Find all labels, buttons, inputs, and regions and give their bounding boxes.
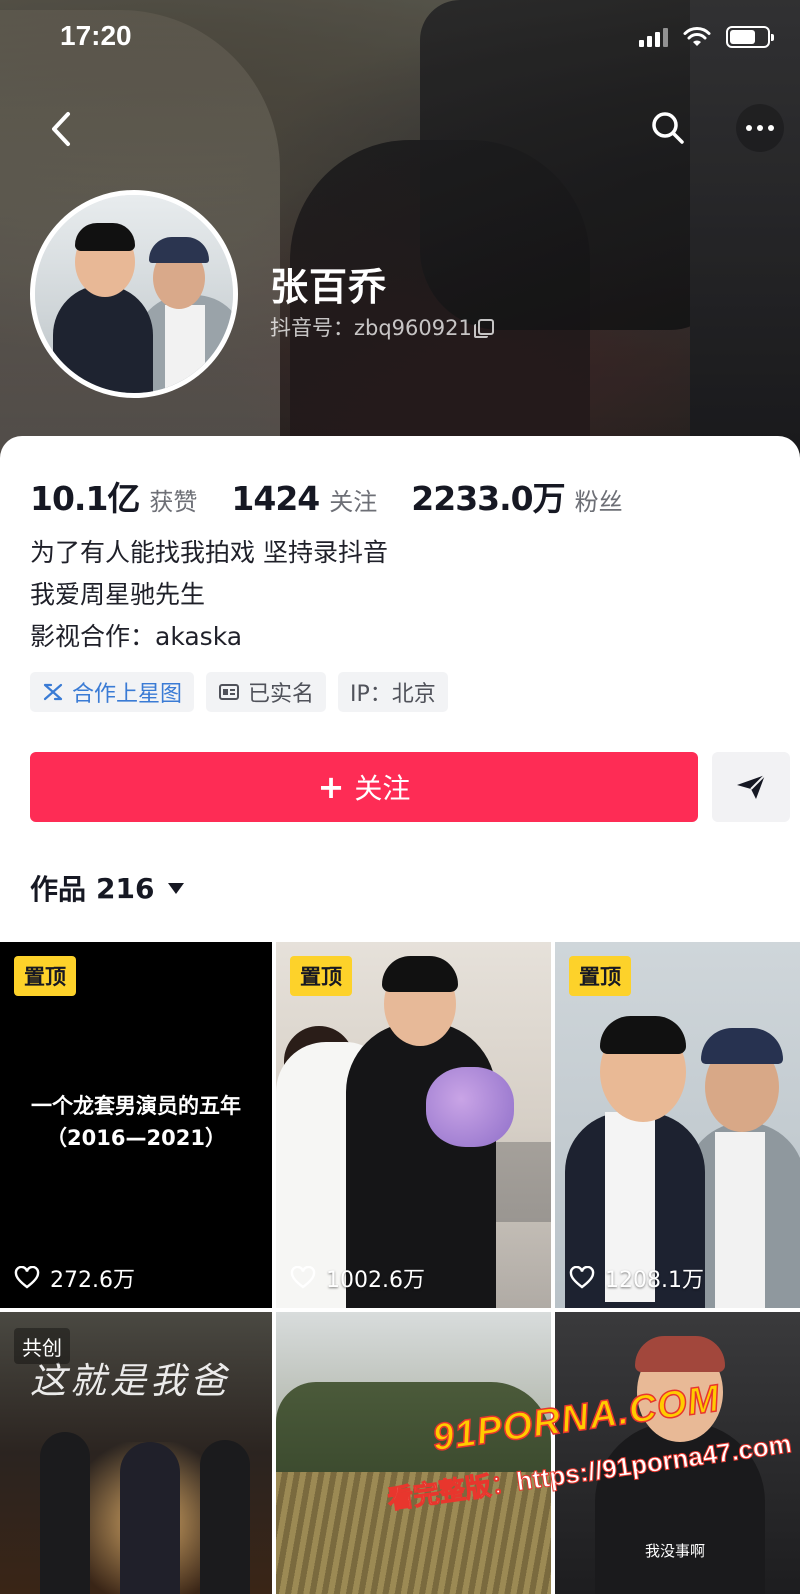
more-dot-icon	[746, 125, 752, 131]
caret-down-icon	[168, 882, 185, 894]
likes-count: 272.6万	[50, 1268, 135, 1293]
id-card-icon	[219, 684, 240, 700]
douyin-id[interactable]: 抖音号：zbq960921	[270, 312, 494, 342]
video-thumbnail[interactable]: 置顶 一个龙套男演员的五年 （2016—2021） 272.6万	[0, 942, 272, 1308]
stat-likes[interactable]: 10.1亿 获赞	[30, 472, 197, 520]
stat-following[interactable]: 1424 关注	[231, 479, 377, 518]
profile-name: 张百乔	[270, 265, 388, 309]
video-cover-text: 一个龙套男演员的五年 （2016—2021）	[0, 1090, 272, 1154]
avatar[interactable]	[30, 190, 238, 398]
wifi-icon	[683, 27, 711, 46]
profile-bio: 为了有人能找我拍戏 坚持录抖音 我爱周星驰先生 影视合作：akaska	[30, 532, 388, 658]
bio-line: 影视合作：akaska	[30, 622, 243, 651]
heart-icon	[290, 1266, 316, 1289]
profile-info-card: 10.1亿 获赞 1424 关注 2233.0万 粉丝 为了有人能找我拍戏 坚持…	[0, 436, 800, 942]
cover-text-line: 一个龙套男演员的五年	[31, 1094, 241, 1118]
stat-followers[interactable]: 2233.0万 粉丝	[411, 472, 622, 520]
cover-text-line: （2016—2021）	[46, 1126, 226, 1150]
status-bar: 17:20	[0, 0, 800, 80]
follow-button[interactable]: + 关注	[30, 752, 698, 822]
tag-label: IP：北京	[350, 682, 436, 707]
co-create-badge: 共创	[14, 1328, 70, 1364]
stat-value: 2233.0万	[411, 479, 565, 518]
stat-value: 10.1亿	[30, 479, 140, 518]
send-arrow-icon	[737, 774, 766, 799]
more-dot-icon	[757, 125, 763, 131]
heart-icon	[14, 1266, 40, 1289]
tag-label: 已实名	[248, 682, 315, 707]
star-map-icon	[43, 683, 63, 701]
tag-ip-location: IP：北京	[338, 672, 448, 712]
stat-label: 获赞	[149, 488, 198, 516]
tag-verified[interactable]: 已实名	[206, 672, 327, 712]
pinned-badge: 置顶	[14, 956, 76, 996]
stat-label: 粉丝	[574, 488, 623, 516]
video-thumbnail[interactable]: 置顶 1002.6万	[276, 942, 551, 1308]
likes-count: 1208.1万	[605, 1268, 704, 1293]
cellular-signal-icon	[639, 27, 668, 47]
works-label: 作品	[30, 873, 87, 906]
share-button[interactable]	[712, 752, 790, 822]
video-likes: 272.6万	[14, 1262, 135, 1294]
video-caption: 我没事啊	[645, 1542, 706, 1560]
video-thumbnail[interactable]: 这就是我爸 共创	[0, 1312, 272, 1594]
bio-line: 为了有人能找我拍戏 坚持录抖音	[30, 538, 388, 567]
tag-label: 合作上星图	[72, 682, 183, 707]
video-likes: 1002.6万	[290, 1262, 425, 1294]
video-thumbnail[interactable]: 置顶 1208.1万	[555, 942, 800, 1308]
follow-label: 关注	[354, 772, 411, 805]
stat-value: 1424	[231, 479, 320, 518]
pinned-badge: 置顶	[290, 956, 352, 996]
plus-icon: +	[317, 768, 345, 806]
video-likes: 1208.1万	[569, 1262, 704, 1294]
douyin-id-text: 抖音号：zbq960921	[270, 316, 472, 340]
tag-star-map[interactable]: 合作上星图	[30, 672, 195, 712]
works-tab[interactable]: 作品 216	[30, 868, 185, 908]
bio-line: 我爱周星驰先生	[30, 580, 206, 609]
pinned-badge: 置顶	[569, 956, 631, 996]
stat-label: 关注	[329, 488, 378, 516]
profile-tags: 合作上星图 已实名 IP：北京	[30, 672, 448, 712]
video-thumbnail[interactable]	[276, 1312, 551, 1594]
works-count: 216	[96, 871, 155, 905]
copy-icon[interactable]	[473, 319, 494, 338]
status-time: 17:20	[60, 20, 132, 51]
heart-icon	[569, 1266, 595, 1289]
search-icon[interactable]	[648, 108, 688, 148]
more-options-button[interactable]	[736, 104, 784, 152]
battery-icon	[726, 26, 774, 48]
profile-stats: 10.1亿 获赞 1424 关注 2233.0万 粉丝	[30, 472, 657, 520]
back-arrow-icon[interactable]	[42, 104, 82, 154]
more-dot-icon	[768, 125, 774, 131]
likes-count: 1002.6万	[326, 1268, 425, 1293]
